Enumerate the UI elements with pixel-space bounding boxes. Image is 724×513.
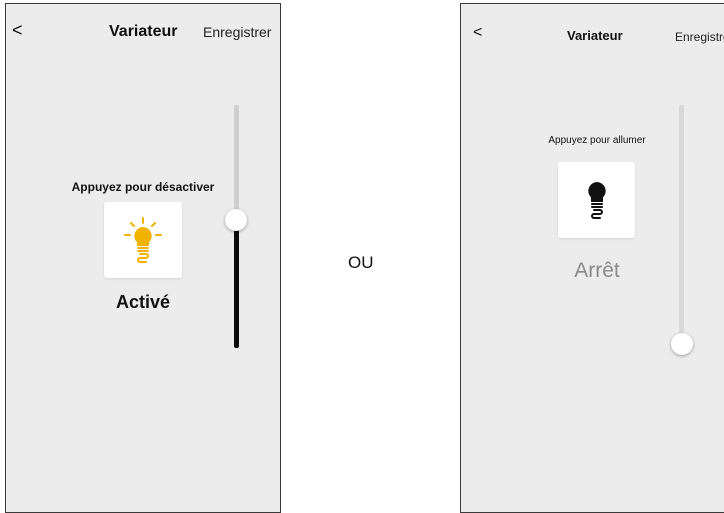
light-toggle-tile[interactable]: [104, 202, 182, 278]
page-title: Variateur: [109, 23, 178, 40]
save-button[interactable]: Enregistre: [675, 30, 724, 44]
slider-fill: [234, 220, 239, 348]
state-label: Activé: [115, 292, 171, 312]
state-label: Arrêt: [574, 259, 620, 282]
slider-knob[interactable]: [671, 333, 693, 355]
separator-label: OU: [348, 253, 374, 272]
slider-track[interactable]: [234, 105, 239, 220]
slider-knob[interactable]: [225, 209, 247, 231]
bulb-off-icon: [587, 181, 606, 219]
back-icon[interactable]: <: [473, 25, 482, 41]
bulb-on-icon: [124, 217, 162, 263]
right-phone-screen: < Variateur Enregistre Appuyez pour allu…: [460, 3, 724, 513]
slider-track[interactable]: [679, 105, 684, 345]
left-phone-screen: < Variateur Enregistrer Appuyez pour dés…: [5, 3, 281, 513]
save-button[interactable]: Enregistrer: [203, 24, 271, 40]
back-icon[interactable]: <: [12, 21, 23, 39]
hint-text: Appuyez pour désactiver: [71, 180, 215, 194]
hint-text: Appuyez pour allumer: [548, 135, 646, 146]
light-toggle-tile[interactable]: [558, 162, 635, 238]
page-title: Variateur: [567, 28, 623, 43]
